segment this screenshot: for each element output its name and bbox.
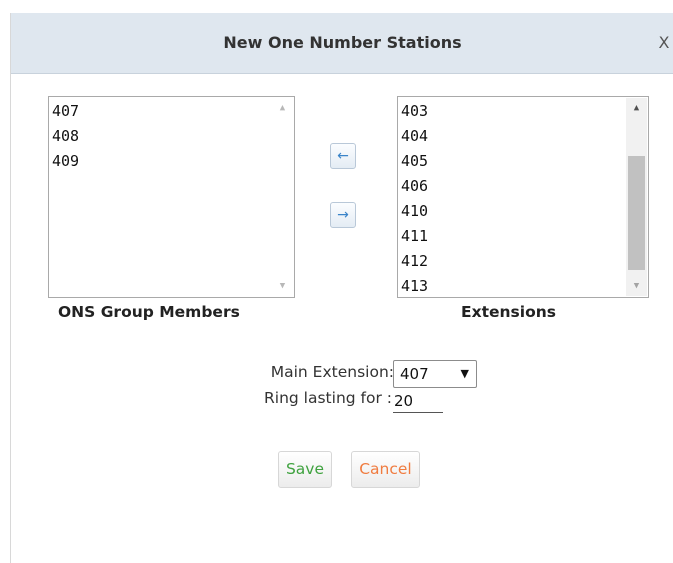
scroll-up-icon[interactable]: ▲ <box>272 98 293 118</box>
list-item[interactable]: 412 <box>400 249 428 274</box>
ring-lasting-label: Ring lasting for : <box>264 389 392 407</box>
ons-group-members-list[interactable]: 407 408 409 ▲ ▼ <box>48 96 295 298</box>
members-scrollbar[interactable]: ▲ ▼ <box>272 98 293 296</box>
new-ons-dialog: New One Number Stations X 407 408 409 ▲ … <box>10 13 673 563</box>
extensions-items: 403 404 405 406 410 411 412 413 <box>400 99 428 299</box>
cancel-button[interactable]: Cancel <box>351 451 420 488</box>
scroll-thumb[interactable] <box>628 156 645 270</box>
list-item[interactable]: 408 <box>51 124 79 149</box>
list-item[interactable]: 403 <box>400 99 428 124</box>
list-item[interactable]: 404 <box>400 124 428 149</box>
close-icon[interactable]: X <box>654 13 673 73</box>
extensions-scrollbar[interactable]: ▲ ▼ <box>626 98 647 296</box>
chevron-down-icon: ▼ <box>460 367 469 380</box>
scroll-up-icon[interactable]: ▲ <box>626 98 647 118</box>
move-right-button[interactable]: → <box>330 202 356 228</box>
list-item[interactable]: 410 <box>400 199 428 224</box>
list-item[interactable]: 405 <box>400 149 428 174</box>
list-item[interactable]: 409 <box>51 149 79 174</box>
ring-lasting-input[interactable] <box>393 389 443 413</box>
list-item[interactable]: 406 <box>400 174 428 199</box>
members-items: 407 408 409 <box>51 99 79 174</box>
extensions-caption: Extensions <box>461 303 556 321</box>
members-caption: ONS Group Members <box>58 303 240 321</box>
main-extension-select[interactable]: 407 ▼ <box>393 360 477 388</box>
main-extension-value: 407 <box>400 365 429 383</box>
list-item[interactable]: 413 <box>400 274 428 299</box>
scroll-down-icon[interactable]: ▼ <box>626 276 647 296</box>
list-item[interactable]: 407 <box>51 99 79 124</box>
main-extension-label: Main Extension: <box>270 363 394 381</box>
list-item[interactable]: 411 <box>400 224 428 249</box>
scroll-down-icon[interactable]: ▼ <box>272 276 293 296</box>
move-left-button[interactable]: ← <box>330 143 356 169</box>
extensions-list[interactable]: 403 404 405 406 410 411 412 413 ▲ ▼ <box>397 96 649 298</box>
dialog-titlebar: New One Number Stations X <box>11 13 673 74</box>
dialog-title: New One Number Stations <box>223 33 462 52</box>
save-button[interactable]: Save <box>278 451 332 488</box>
